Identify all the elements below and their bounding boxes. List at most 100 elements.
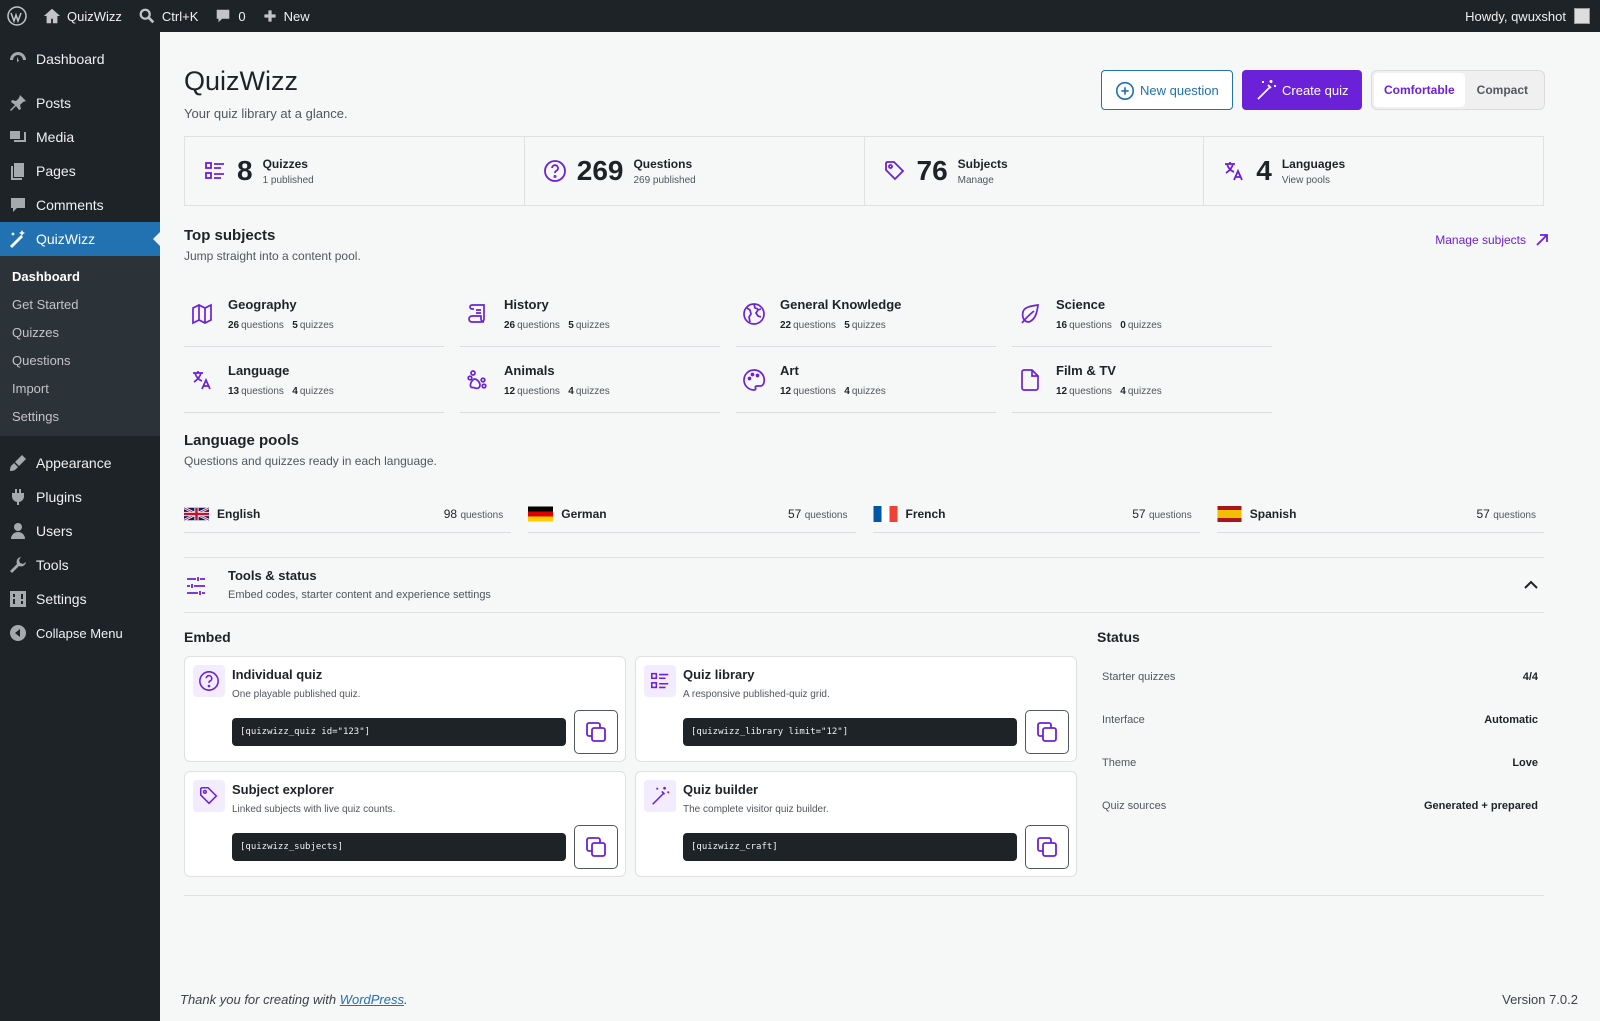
create-quiz-label: Create quiz: [1282, 82, 1349, 98]
tools-status-toggle[interactable]: Tools & status Embed codes, starter cont…: [184, 557, 1544, 613]
embed-card-subtitle: Linked subjects with live quiz counts.: [232, 804, 396, 815]
manage-subjects-link[interactable]: Manage subjects: [1435, 232, 1550, 248]
sidebar-label: Media: [36, 129, 75, 145]
collapse-menu-button[interactable]: Collapse Menu: [0, 616, 160, 650]
embed-card-title: Individual quiz: [232, 667, 323, 682]
language-pool-english[interactable]: English 98 questions: [184, 495, 512, 533]
sidebar-item-pages[interactable]: Pages: [0, 154, 160, 188]
language-pool-german[interactable]: German 57 questions: [528, 495, 856, 533]
subjects-grid: Geography 26 questions 5 quizzes History 26 q…: [184, 281, 1544, 413]
stat-sub: Manage: [957, 174, 994, 186]
shortcode-field[interactable]: [quizwizz_quiz id="123"]: [232, 718, 566, 746]
new-question-button[interactable]: New question: [1101, 70, 1233, 110]
search-shortcut[interactable]: Ctrl+K: [130, 0, 206, 32]
sidebar-label: Settings: [36, 591, 87, 607]
submenu-item-questions[interactable]: Questions: [0, 346, 160, 374]
status-label: Starter quizzes: [1102, 670, 1176, 683]
copy-icon: [1037, 722, 1057, 742]
comments-link[interactable]: 0: [206, 0, 253, 32]
stat-label: Languages: [1281, 156, 1346, 171]
stat-quizzes[interactable]: 8 Quizzes 1 published: [185, 137, 525, 205]
palette-icon: [743, 368, 766, 391]
subject-name: History: [504, 296, 549, 312]
status-value: Love: [1512, 756, 1538, 769]
wordpress-logo-icon[interactable]: [0, 0, 35, 32]
sidebar-item-posts[interactable]: Posts: [0, 86, 160, 120]
subject-card-history[interactable]: History 26 questions 5 quizzes: [460, 281, 720, 347]
home-icon: [43, 8, 61, 24]
embed-card-subtitle: One playable published quiz.: [232, 689, 361, 700]
language-pool-spanish[interactable]: Spanish 57 questions: [1216, 495, 1544, 533]
leaf-icon: [1021, 303, 1040, 324]
stat-sub: View pools: [1281, 174, 1331, 186]
tag-icon: [884, 161, 904, 181]
media-icon: [10, 131, 26, 142]
density-comfortable-option[interactable]: Comfortable: [1374, 73, 1465, 107]
embed-card-title: Quiz library: [683, 667, 755, 682]
divider: [184, 895, 1544, 896]
embed-card-subtitle: A responsive published-quiz grid.: [683, 689, 830, 700]
sidebar-item-settings[interactable]: Settings: [0, 582, 160, 616]
shortcode-field[interactable]: [quizwizz_craft]: [683, 833, 1017, 861]
subject-card-science[interactable]: Science 16 questions 0 quizzes: [1012, 281, 1272, 347]
sidebar-item-dashboard[interactable]: Dashboard: [0, 42, 160, 76]
language-pool-french[interactable]: French 57 questions: [872, 495, 1200, 533]
translate-icon: [193, 370, 211, 389]
avatar: [1574, 8, 1590, 24]
subject-meta: 26 questions 5 quizzes: [504, 319, 610, 331]
subject-meta: 26 questions 5 quizzes: [228, 319, 334, 331]
submenu-item-get-started[interactable]: Get Started: [0, 290, 160, 318]
stat-sub: 269 published: [633, 174, 696, 186]
site-name-link[interactable]: QuizWizz: [35, 0, 130, 32]
language-count: 57 questions: [1132, 506, 1192, 521]
stat-number: 8: [237, 155, 253, 186]
top-subjects-subtitle: Jump straight into a content pool.: [184, 249, 361, 263]
submenu-item-import[interactable]: Import: [0, 374, 160, 402]
shortcode-field[interactable]: [quizwizz_library limit="12"]: [683, 718, 1017, 746]
density-toggle: Comfortable Compact: [1371, 70, 1545, 110]
embed-card-subtitle: The complete visitor quiz builder.: [683, 804, 829, 815]
language-name: German: [561, 506, 607, 521]
wordpress-link[interactable]: WordPress: [340, 992, 404, 1007]
account-menu[interactable]: Howdy, qwuxshot: [1465, 0, 1600, 32]
subject-card-art[interactable]: Art 12 questions 4 quizzes: [736, 347, 996, 413]
stat-subjects[interactable]: 76 Subjects Manage: [865, 137, 1205, 205]
sidebar-item-users[interactable]: Users: [0, 514, 160, 548]
subject-meta: 22 questions 5 quizzes: [780, 319, 886, 331]
submenu-item-dashboard[interactable]: Dashboard: [0, 262, 160, 290]
sidebar-item-quizwizz[interactable]: QuizWizz: [0, 222, 160, 256]
question-icon: [199, 671, 219, 691]
sidebar-label: Appearance: [36, 455, 112, 471]
copy-button[interactable]: [574, 825, 618, 869]
search-shortcut-label: Ctrl+K: [161, 8, 199, 24]
sidebar-item-appearance[interactable]: Appearance: [0, 446, 160, 480]
subject-card-language[interactable]: Language 13 questions 4 quizzes: [184, 347, 444, 413]
sidebar-item-comments[interactable]: Comments: [0, 188, 160, 222]
copy-button[interactable]: [1025, 825, 1069, 869]
copy-button[interactable]: [1025, 710, 1069, 754]
submenu-item-quizzes[interactable]: Quizzes: [0, 318, 160, 346]
plus-circle-icon: [1115, 81, 1135, 100]
copy-button[interactable]: [574, 710, 618, 754]
sidebar-item-media[interactable]: Media: [0, 120, 160, 154]
sidebar-item-tools[interactable]: Tools: [0, 548, 160, 582]
density-compact-option[interactable]: Compact: [1467, 73, 1538, 107]
submenu-item-settings[interactable]: Settings: [0, 402, 160, 430]
subject-card-geography[interactable]: Geography 26 questions 5 quizzes: [184, 281, 444, 347]
create-quiz-button[interactable]: Create quiz: [1242, 70, 1362, 110]
stat-questions[interactable]: 269 Questions 269 published: [525, 137, 865, 205]
top-subjects-heading: Top subjects: [184, 227, 276, 244]
new-content-link[interactable]: New: [254, 0, 318, 32]
magic-wand-icon: [1257, 80, 1276, 100]
stat-languages[interactable]: 4 Languages View pools: [1204, 137, 1543, 205]
subject-card-film-tv[interactable]: Film & TV 12 questions 4 quizzes: [1012, 347, 1272, 413]
language-count: 57 questions: [1476, 506, 1536, 521]
shortcode-field[interactable]: [quizwizz_subjects]: [232, 833, 566, 861]
subject-card-general-knowledge[interactable]: General Knowledge 22 questions 5 quizzes: [736, 281, 996, 347]
sidebar-item-plugins[interactable]: Plugins: [0, 480, 160, 514]
subject-card-animals[interactable]: Animals 12 questions 4 quizzes: [460, 347, 720, 413]
site-name: QuizWizz: [67, 8, 122, 24]
language-name: French: [905, 506, 946, 521]
subject-name: Animals: [504, 362, 555, 378]
language-pools-heading: Language pools: [184, 432, 300, 449]
